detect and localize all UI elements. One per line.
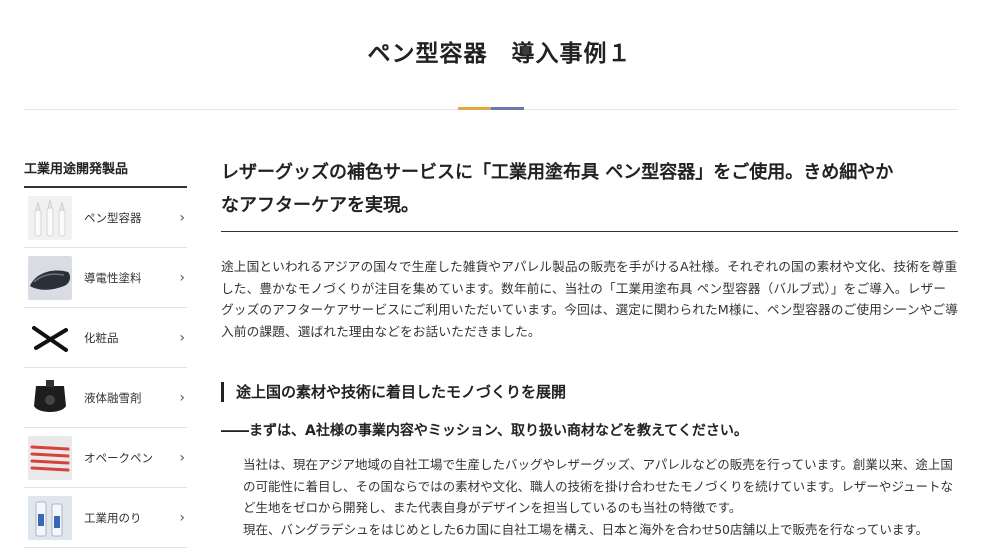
sidebar-item-label: 化粧品 xyxy=(84,330,119,345)
chevron-right-icon: › xyxy=(179,209,185,226)
sidebar-heading: 工業用途開発製品 xyxy=(24,160,187,188)
sidebar-item-opaque-pen[interactable]: オペークペン › xyxy=(24,428,187,488)
sidebar-item-label: 導電性塗料 xyxy=(84,270,142,285)
chevron-right-icon: › xyxy=(179,269,185,286)
sidebar-item-label: 工業用のり xyxy=(84,510,142,525)
interview-answer: 当社は、現在アジア地域の自社工場で生産したバッグやレザーグッズ、アパレルなどの販… xyxy=(243,454,958,540)
pen-container-thumbnail xyxy=(28,195,72,240)
chevron-right-icon: › xyxy=(179,389,185,406)
article-lead-heading: レザーグッズの補色サービスに「工業用塗布具 ペン型容器」をご使用。きめ細やか な… xyxy=(221,156,958,222)
chevron-right-icon: › xyxy=(179,449,185,466)
chevron-right-icon: › xyxy=(179,329,185,346)
sidebar-item-label: ペン型容器 xyxy=(84,210,142,225)
sidebar-item-snow-melting-agent[interactable]: 液体融雪剤 › xyxy=(24,368,187,428)
cosmetics-thumbnail xyxy=(28,315,72,360)
sidebar-item-conductive-paint[interactable]: 導電性塗料 › xyxy=(24,248,187,308)
article-main: レザーグッズの補色サービスに「工業用塗布具 ペン型容器」をご使用。きめ細やか な… xyxy=(221,156,958,540)
conductive-paint-thumbnail xyxy=(28,255,72,300)
interview-question: ――まずは、A社様の事業内容やミッション、取り扱い商材などを教えてください。 xyxy=(221,423,748,439)
sidebar-item-label: オペークペン xyxy=(84,450,153,465)
sidebar-item-label: 液体融雪剤 xyxy=(84,390,142,405)
lead-divider xyxy=(221,231,958,232)
accent-orange xyxy=(458,107,491,110)
lead-heading-line1: レザーグッズの補色サービスに「工業用塗布具 ペン型容器」をご使用。きめ細やか xyxy=(221,162,894,183)
opaque-pen-thumbnail xyxy=(28,435,72,480)
answer-paragraph: 現在、バングラデシュをはじめとした6カ国に自社工場を構え、日本と海外を合わせ50… xyxy=(243,521,929,537)
lead-heading-line2: なアフターケアを実現。 xyxy=(221,195,419,216)
title-accent-bar xyxy=(458,107,524,110)
page-title: ペン型容器 導入事例１ xyxy=(367,41,632,67)
answer-paragraph: 当社は、現在アジア地域の自社工場で生産したバッグやレザーグッズ、アパレルなどの販… xyxy=(243,457,954,515)
accent-blue xyxy=(491,107,524,110)
snow-melting-agent-thumbnail xyxy=(28,375,72,420)
chevron-right-icon: › xyxy=(179,509,185,526)
section-heading: 途上国の素材や技術に着目したモノづくりを展開 xyxy=(221,382,958,402)
industrial-glue-thumbnail xyxy=(28,495,72,540)
intro-paragraph: 途上国といわれるアジアの国々で生産した雑貨やアパレル製品の販売を手がけるA社様。… xyxy=(221,259,959,339)
sidebar-item-cosmetics[interactable]: 化粧品 › xyxy=(24,308,187,368)
sidebar-item-industrial-glue[interactable]: 工業用のり › xyxy=(24,488,187,548)
sidebar-item-pen-container[interactable]: ペン型容器 › xyxy=(24,188,187,248)
sidebar-nav: 工業用途開発製品 ペン型容器 › 導電性塗料 › 化粧品 › 液体融雪剤 › オ… xyxy=(24,160,187,548)
